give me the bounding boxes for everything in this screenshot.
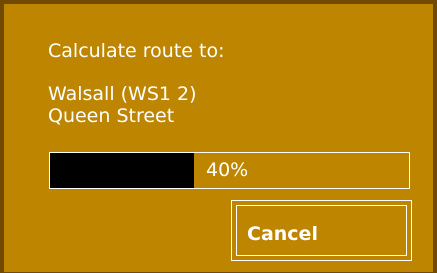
cancel-button[interactable]: Cancel xyxy=(231,200,412,261)
destination-info: Walsall (WS1 2) Queen Street xyxy=(48,83,197,127)
progress-fill xyxy=(50,153,194,188)
cancel-button-label: Cancel xyxy=(247,223,318,245)
destination-line-1: Walsall (WS1 2) xyxy=(48,83,197,105)
progress-label: 40% xyxy=(206,159,249,181)
dialog-heading: Calculate route to: xyxy=(48,40,225,62)
destination-line-2: Queen Street xyxy=(48,105,175,127)
progress-bar: 40% xyxy=(49,152,410,189)
route-calculation-dialog: Calculate route to: Walsall (WS1 2) Quee… xyxy=(0,0,437,273)
cancel-button-focus-ring: Cancel xyxy=(236,205,407,256)
